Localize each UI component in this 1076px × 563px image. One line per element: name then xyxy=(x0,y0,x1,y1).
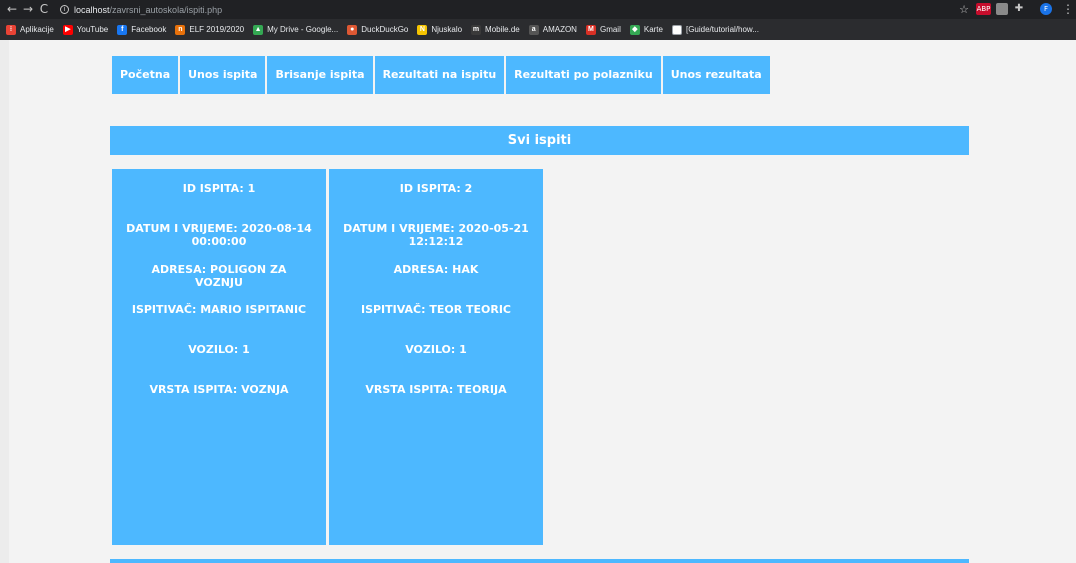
exam-examiner: ISPITIVAČ: TEOR TEORIC xyxy=(360,303,512,316)
exam-vehicle: VOZILO: 1 xyxy=(405,343,467,356)
apps-grid-icon: ⁝ xyxy=(6,24,16,35)
section-title: Svi ispiti xyxy=(110,126,969,155)
bookmark-item[interactable]: n ELF 2019/2020 xyxy=(175,24,245,35)
exam-vehicle: VOZILO: 1 xyxy=(188,343,250,356)
exam-card: ID ISPITA: 1 DATUM I VRIJEME: 2020-08-14… xyxy=(112,169,326,545)
youtube-icon: ▶ xyxy=(62,24,73,35)
nav-item[interactable]: Rezultati po polazniku xyxy=(506,56,661,94)
bookmark-label: Facebook xyxy=(131,25,167,34)
nav-item[interactable]: Početna xyxy=(112,56,179,94)
exam-type: VRSTA ISPITA: TEORIJA xyxy=(365,383,507,396)
puzzle-icon[interactable]: ✚ xyxy=(1013,3,1025,15)
site-info-icon[interactable]: i xyxy=(60,5,69,14)
bookmark-label: Njuskalo xyxy=(431,25,463,34)
address-bar[interactable]: i localhost /zavrsni_autoskola/ispiti.ph… xyxy=(60,5,222,15)
elf-icon: n xyxy=(175,24,186,35)
bookmark-item[interactable]: f Facebook xyxy=(117,24,167,35)
browser-menu-icon[interactable]: ⋮ xyxy=(1060,0,1076,19)
bookmark-label: Mobile.de xyxy=(485,25,520,34)
main-navigation: Početna Unos ispita Brisanje ispita Rezulta… xyxy=(112,56,772,94)
amazon-icon: a xyxy=(528,24,539,35)
nav-item[interactable]: Rezultati na ispitu xyxy=(374,56,505,94)
bookmark-item[interactable]: a AMAZON xyxy=(528,24,577,35)
forward-arrow-icon[interactable]: → xyxy=(20,0,36,19)
back-arrow-icon[interactable]: ← xyxy=(4,0,20,19)
bookmark-item[interactable]: ◆ Karte xyxy=(629,24,663,35)
bookmark-label: ELF 2019/2020 xyxy=(189,25,245,34)
footer-bar xyxy=(110,559,969,563)
bookmark-item[interactable]: ▶ YouTube xyxy=(62,24,109,35)
exam-type: VRSTA ISPITA: VOZNJA xyxy=(149,383,289,396)
nav-item[interactable]: Unos rezultata xyxy=(662,56,770,94)
mobilede-icon: m xyxy=(471,24,482,35)
bookmark-item[interactable]: ⁝ Aplikacije xyxy=(6,24,54,35)
url-host: localhost xyxy=(74,4,110,15)
exam-datetime: DATUM I VRIJEME: 2020-05-21 12:12:12 xyxy=(343,222,529,248)
exam-address: ADRESA: HAK xyxy=(393,263,479,276)
exam-examiner: ISPITIVAČ: MARIO ISPITANIC xyxy=(131,303,307,316)
maps-icon: ◆ xyxy=(629,24,640,35)
njuskalo-icon: N xyxy=(417,24,428,35)
bookmark-item[interactable]: [Guide/tutorial/how... xyxy=(671,24,759,35)
facebook-icon: f xyxy=(117,24,128,35)
bookmark-label: YouTube xyxy=(76,25,109,34)
bookmark-label: Karte xyxy=(643,25,663,34)
nav-item[interactable]: Unos ispita xyxy=(180,56,266,94)
bookmark-label: [Guide/tutorial/how... xyxy=(685,25,759,34)
bookmark-item[interactable]: M Gmail xyxy=(585,24,621,35)
exam-id: ID ISPITA: 1 xyxy=(182,182,256,195)
bookmark-star-icon[interactable]: ☆ xyxy=(956,0,972,19)
google-drive-icon: ▲ xyxy=(253,24,264,35)
bookmark-label: My Drive - Google... xyxy=(267,25,339,34)
duckduckgo-icon: ● xyxy=(347,24,358,35)
bookmark-label: AMAZON xyxy=(542,25,577,34)
adblock-icon[interactable]: ABP xyxy=(976,3,991,15)
bookmark-label: Gmail xyxy=(599,25,621,34)
exam-card: ID ISPITA: 2 DATUM I VRIJEME: 2020-05-21… xyxy=(329,169,543,545)
reload-icon[interactable]: C xyxy=(36,0,52,19)
url-path: /zavrsni_autoskola/ispiti.php xyxy=(109,4,223,15)
bookmark-label: DuckDuckGo xyxy=(361,25,409,34)
bookmarks-bar: ⁝ Aplikacije ▶ YouTube f Facebook n ELF 2019/20… xyxy=(0,19,1076,40)
exam-id: ID ISPITA: 2 xyxy=(399,182,473,195)
page-icon xyxy=(671,24,682,35)
extension-square-icon[interactable] xyxy=(996,3,1008,15)
exam-datetime: DATUM I VRIJEME: 2020-08-14 00:00:00 xyxy=(126,222,312,248)
browser-toolbar: ← → C i localhost /zavrsni_autoskola/isp… xyxy=(0,0,1076,19)
gmail-icon: M xyxy=(585,24,596,35)
bookmark-item[interactable]: ▲ My Drive - Google... xyxy=(253,24,339,35)
bookmark-item[interactable]: ● DuckDuckGo xyxy=(347,24,409,35)
profile-avatar-icon[interactable]: F xyxy=(1040,3,1052,15)
bookmark-item[interactable]: m Mobile.de xyxy=(471,24,520,35)
exam-address: ADRESA: POLIGON ZA VOZNJU xyxy=(151,263,287,289)
bookmark-item[interactable]: N Njuskalo xyxy=(417,24,463,35)
bookmark-label: Aplikacije xyxy=(20,25,54,34)
nav-item[interactable]: Brisanje ispita xyxy=(267,56,373,94)
